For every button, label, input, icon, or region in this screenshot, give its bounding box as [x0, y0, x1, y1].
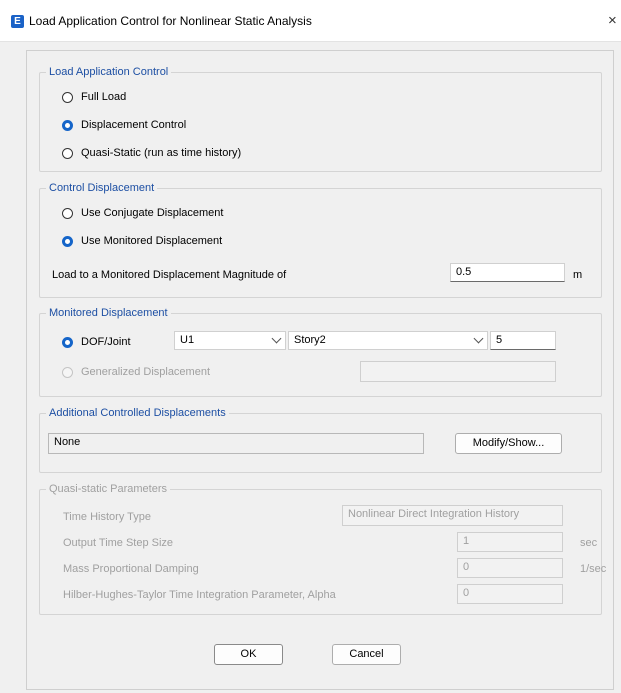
radio-button-selected[interactable]	[62, 336, 73, 348]
radio-label: Displacement Control	[81, 119, 187, 131]
output-step-field: 1	[457, 532, 563, 552]
radio-label: DOF/Joint	[81, 336, 131, 348]
control-displacement-group: Control Displacement Use Conjugate Displ…	[39, 182, 602, 298]
title-bar: E Load Application Control for Nonlinear…	[0, 0, 621, 42]
hht-alpha-label: Hilber-Hughes-Taylor Time Integration Pa…	[63, 589, 336, 601]
modify-show-button[interactable]: Modify/Show...	[455, 433, 562, 454]
radio-displacement-control[interactable]: Displacement Control	[62, 119, 186, 131]
quasi-static-parameters-group: Quasi-static Parameters Time History Typ…	[39, 483, 606, 615]
output-step-unit: sec	[580, 537, 598, 549]
radio-button-selected[interactable]	[62, 119, 73, 131]
magnitude-unit: m	[573, 269, 583, 281]
radio-button[interactable]	[62, 147, 73, 159]
radio-use-monitored[interactable]: Use Monitored Displacement	[62, 235, 222, 247]
mass-damping-label: Mass Proportional Damping	[63, 563, 199, 575]
story-select-value: Story2	[294, 334, 326, 346]
joint-input[interactable]: 5	[490, 331, 556, 350]
radio-button-selected[interactable]	[62, 235, 73, 247]
radio-full-load[interactable]: Full Load	[62, 91, 126, 103]
dialog-panel: Load Application Control Full Load Displ…	[26, 50, 614, 690]
additional-displacements-field: None	[48, 433, 424, 454]
mass-damping-unit: 1/sec	[580, 563, 607, 575]
group-legend: Additional Controlled Displacements	[46, 407, 229, 419]
radio-label: Quasi-Static (run as time history)	[81, 147, 242, 159]
radio-quasi-static[interactable]: Quasi-Static (run as time history)	[62, 147, 241, 159]
group-legend: Control Displacement	[46, 182, 158, 194]
radio-generalized-displacement[interactable]: Generalized Displacement	[62, 366, 210, 378]
radio-label: Generalized Displacement	[81, 366, 211, 378]
radio-dof-joint[interactable]: DOF/Joint	[62, 336, 131, 348]
dof-select-value: U1	[180, 334, 195, 346]
radio-label: Use Conjugate Displacement	[81, 207, 224, 219]
time-history-type-field: Nonlinear Direct Integration History	[342, 505, 563, 526]
cancel-button[interactable]: Cancel	[332, 644, 401, 665]
group-legend: Quasi-static Parameters	[46, 483, 170, 495]
additional-controlled-displacements-group: Additional Controlled Displacements None…	[39, 407, 602, 473]
generalized-displacement-field	[360, 361, 556, 382]
close-icon[interactable]: ×	[608, 12, 617, 29]
magnitude-label: Load to a Monitored Displacement Magnitu…	[52, 269, 287, 281]
radio-label: Full Load	[81, 91, 127, 103]
hht-alpha-field: 0	[457, 584, 563, 604]
mass-damping-field: 0	[457, 558, 563, 578]
magnitude-input[interactable]: 0.5	[450, 263, 565, 282]
radio-button[interactable]	[62, 91, 73, 103]
time-history-type-label: Time History Type	[63, 511, 152, 523]
group-legend: Load Application Control	[46, 66, 172, 78]
radio-button-disabled[interactable]	[62, 366, 73, 378]
story-select[interactable]: Story2	[288, 331, 488, 350]
monitored-displacement-group: Monitored Displacement DOF/Joint U1 Stor…	[39, 307, 602, 397]
ok-button[interactable]: OK	[214, 644, 283, 665]
radio-use-conjugate[interactable]: Use Conjugate Displacement	[62, 207, 223, 219]
etabs-app-icon: E	[11, 15, 24, 28]
chevron-down-icon	[271, 333, 282, 344]
radio-label: Use Monitored Displacement	[81, 235, 223, 247]
load-application-control-group: Load Application Control Full Load Displ…	[39, 66, 602, 172]
window-title: Load Application Control for Nonlinear S…	[29, 14, 312, 28]
dialog-body: Load Application Control Full Load Displ…	[0, 42, 621, 693]
group-legend: Monitored Displacement	[46, 307, 171, 319]
chevron-down-icon	[473, 333, 484, 344]
radio-button[interactable]	[62, 207, 73, 219]
dof-select[interactable]: U1	[174, 331, 286, 350]
output-step-label: Output Time Step Size	[63, 537, 174, 549]
